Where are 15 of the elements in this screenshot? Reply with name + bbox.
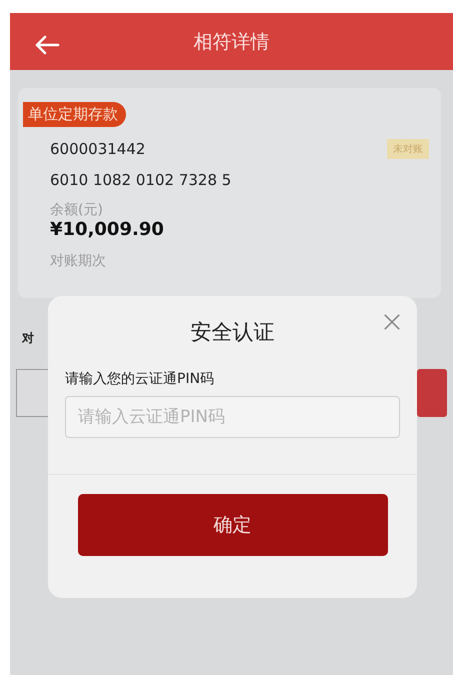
card-number: 6010 1082 0102 7328 5 [50, 171, 232, 189]
balance-amount: ¥10,009.90 [50, 219, 164, 240]
section-label: 对 [22, 330, 34, 347]
field-label: 请输入您的云证通PIN码 [65, 370, 214, 388]
back-arrow-icon[interactable] [34, 35, 60, 55]
period-label: 对账期次 [50, 252, 106, 270]
status-badge: 未对账 [387, 139, 429, 159]
balance-label: 余额(元) [50, 201, 103, 219]
pin-input-field[interactable]: 请输入云证通PIN码 [65, 396, 400, 438]
account-number: 6000031442 [50, 140, 146, 158]
page-title: 相符详情 [194, 30, 270, 54]
account-type-tag: 单位定期存款 [23, 102, 126, 127]
confirm-button[interactable]: 确定 [78, 494, 388, 556]
close-icon[interactable] [383, 313, 401, 331]
dialog-title: 安全认证 [190, 319, 274, 346]
